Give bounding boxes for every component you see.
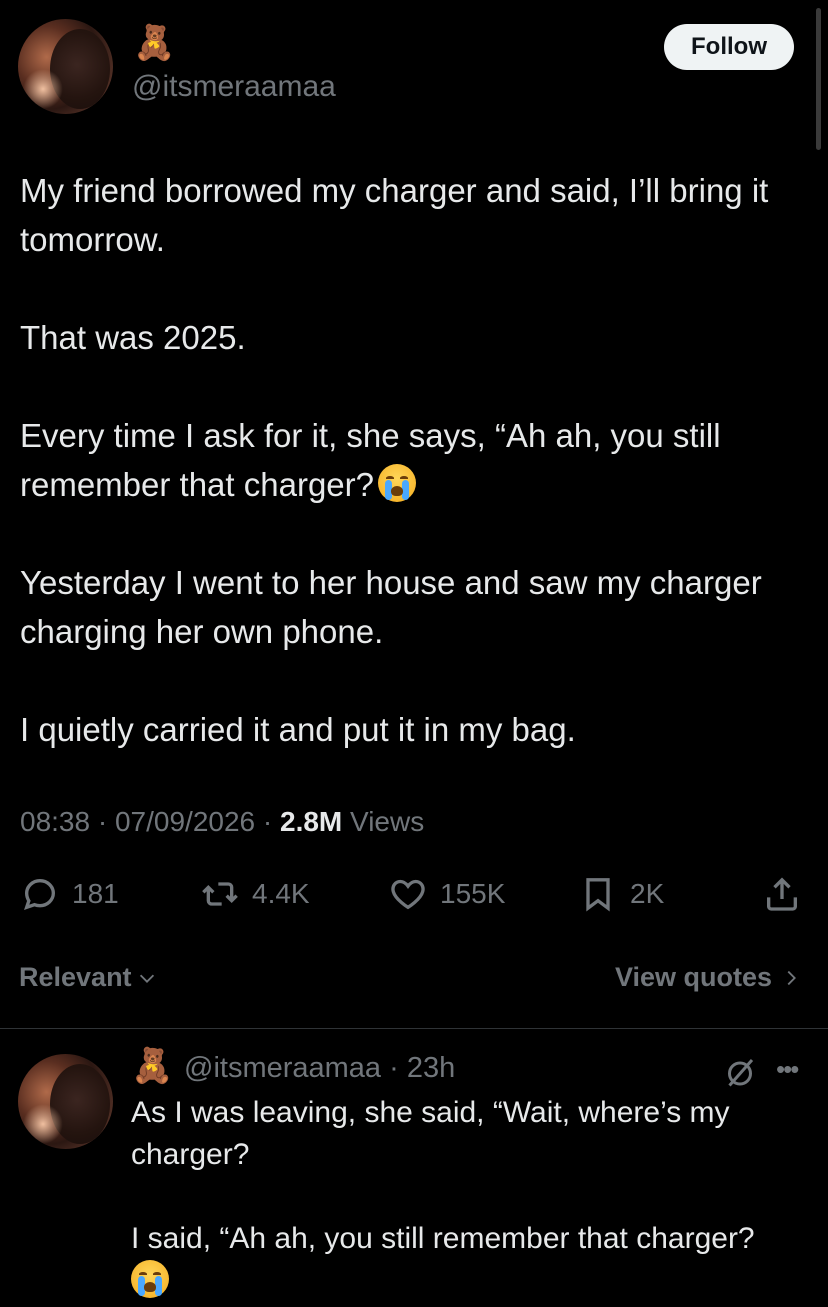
view-quotes-link[interactable]: View quotes <box>615 962 802 993</box>
reply-paragraph: As I was leaving, she said, “Wait, where… <box>131 1096 730 1171</box>
meta-separator: · <box>97 806 108 837</box>
chevron-right-icon <box>787 970 796 985</box>
avatar-light <box>23 1104 63 1144</box>
sort-dropdown[interactable]: Relevant <box>19 962 158 993</box>
author-avatar[interactable] <box>18 19 113 114</box>
reply-age[interactable]: 23h <box>407 1052 455 1084</box>
more-icon[interactable]: ••• <box>776 1054 799 1085</box>
tweet-meta: 08:38 · 07/09/2026 · 2.8M Views <box>20 806 424 838</box>
action-bar: 181 4.4K 155K 2K <box>0 866 828 926</box>
share-icon <box>767 877 797 911</box>
reply-button[interactable]: 181 <box>20 874 119 914</box>
grok-icon[interactable] <box>722 1054 758 1090</box>
views-label[interactable]: Views <box>350 806 424 837</box>
reply-icon <box>24 878 56 910</box>
repost-count: 4.4K <box>252 878 310 909</box>
reply-handle[interactable]: @itsmeraamaa <box>184 1052 381 1084</box>
tweet-text: My friend borrowed my charger and said, … <box>20 166 820 754</box>
heart-icon <box>391 879 425 910</box>
reply-author-avatar[interactable] <box>18 1054 113 1149</box>
scrollbar[interactable] <box>816 8 821 150</box>
avatar-light <box>23 69 63 109</box>
repost-button[interactable]: 4.4K <box>200 874 310 914</box>
tweet-paragraph-text: Every time I ask for it, she says, “Ah a… <box>20 417 721 503</box>
share-button[interactable] <box>762 874 802 914</box>
tweet-time[interactable]: 08:38 <box>20 806 90 837</box>
follow-button[interactable]: Follow <box>664 24 794 70</box>
bookmark-icon <box>586 878 610 912</box>
like-button[interactable]: 155K <box>388 874 505 914</box>
reply-separator: · <box>389 1052 399 1084</box>
tweet-paragraph: Every time I ask for it, she says, “Ah a… <box>20 411 820 509</box>
author-name-emoji[interactable]: 🧸 <box>133 26 175 60</box>
view-quotes-label: View quotes <box>614 962 772 992</box>
reply-header: @itsmeraamaa · 23h <box>184 1052 455 1085</box>
loudly-crying-face-icon <box>131 1260 169 1298</box>
like-count: 155K <box>440 878 506 909</box>
loudly-crying-face-icon <box>378 464 416 502</box>
chevron-down-icon <box>139 974 154 983</box>
meta-separator: · <box>262 806 273 837</box>
reply-paragraph: I said, “Ah ah, you still remember that … <box>131 1218 811 1304</box>
tweet-paragraph: I quietly carried it and put it in my ba… <box>20 711 576 748</box>
author-handle[interactable]: @itsmeraamaa <box>132 70 336 104</box>
divider <box>0 1028 828 1029</box>
tweet-paragraph: That was 2025. <box>20 319 246 356</box>
reply-paragraph-text: I said, “Ah ah, you still remember that … <box>131 1222 755 1255</box>
repost-icon <box>202 882 238 906</box>
reply-count: 181 <box>72 878 119 909</box>
tweet-date[interactable]: 07/09/2026 <box>115 806 255 837</box>
reply-author-name-emoji[interactable]: 🧸 <box>131 1049 173 1083</box>
sort-label: Relevant <box>19 962 132 992</box>
bookmark-count: 2K <box>630 878 665 909</box>
views-count[interactable]: 2.8M <box>280 806 342 837</box>
bookmark-button[interactable]: 2K <box>578 874 664 914</box>
reply-text: As I was leaving, she said, “Wait, where… <box>131 1092 811 1304</box>
tweet-paragraph: My friend borrowed my charger and said, … <box>20 172 769 258</box>
tweet-paragraph: Yesterday I went to her house and saw my… <box>20 564 762 650</box>
